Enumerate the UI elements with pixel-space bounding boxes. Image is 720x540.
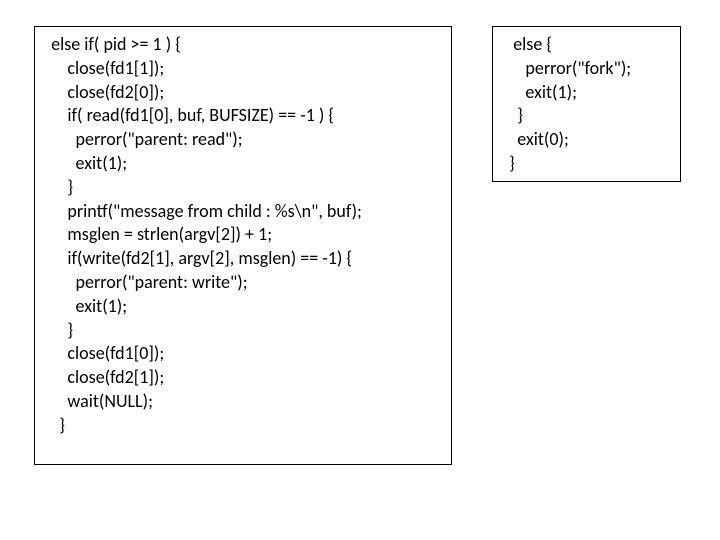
- code-box-left: else if( pid >= 1 ) { close(fd1[1]); clo…: [34, 26, 452, 465]
- code-line: if( read(fd1[0], buf, BUFSIZE) == -1 ) {: [43, 104, 443, 128]
- code-line: wait(NULL);: [43, 390, 443, 414]
- code-line: close(fd2[0]);: [43, 81, 443, 105]
- code-line: exit(1);: [43, 295, 443, 319]
- code-line: close(fd2[1]);: [43, 366, 443, 390]
- code-line: perror("fork");: [501, 57, 672, 81]
- code-line: exit(0);: [501, 128, 672, 152]
- code-line: exit(1);: [501, 81, 672, 105]
- slide: else if( pid >= 1 ) { close(fd1[1]); clo…: [0, 0, 720, 540]
- code-line: msglen = strlen(argv[2]) + 1;: [43, 223, 443, 247]
- code-line: perror("parent: read");: [43, 128, 443, 152]
- code-line: exit(1);: [43, 152, 443, 176]
- code-box-right: else { perror("fork"); exit(1); } exit(0…: [492, 26, 681, 182]
- code-line: if(write(fd2[1], argv[2], msglen) == -1)…: [43, 247, 443, 271]
- code-line: close(fd1[1]);: [43, 57, 443, 81]
- code-line: perror("parent: write");: [43, 271, 443, 295]
- code-line: }: [43, 319, 443, 343]
- code-line: close(fd1[0]);: [43, 342, 443, 366]
- code-line: else if( pid >= 1 ) {: [43, 33, 443, 57]
- code-line: }: [43, 176, 443, 200]
- code-line: else {: [501, 33, 672, 57]
- code-line: }: [43, 414, 443, 438]
- code-line: }: [501, 152, 672, 176]
- code-line: }: [501, 104, 672, 128]
- code-line: printf("message from child : %s\n", buf)…: [43, 200, 443, 224]
